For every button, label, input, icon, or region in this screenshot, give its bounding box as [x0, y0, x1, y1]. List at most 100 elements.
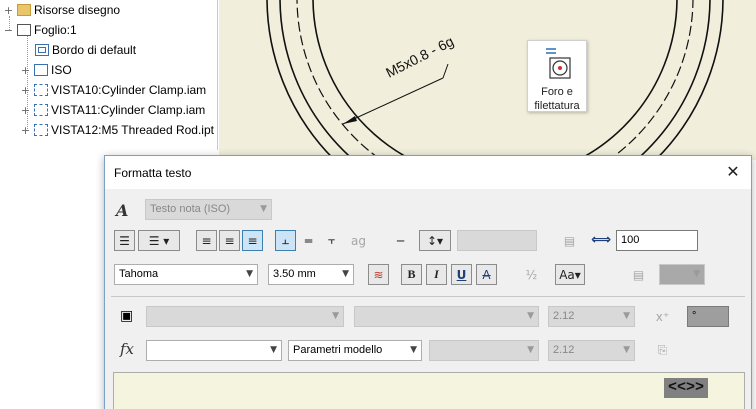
- folder-icon: [17, 4, 31, 16]
- layers-icon: ≋: [373, 267, 384, 282]
- tree-item-bordo[interactable]: Bordo di default: [35, 41, 136, 59]
- align-left-button[interactable]: ≡: [196, 230, 217, 251]
- parameter-name-combo: ▼: [429, 340, 539, 361]
- text-editor[interactable]: <<>>: [113, 372, 745, 409]
- tree-item-foglio[interactable]: − Foglio:1: [4, 21, 77, 39]
- width-scale-value: 100: [621, 234, 640, 246]
- drawing-canvas[interactable]: M5x0.8 - 6g Foro e filettatura: [219, 0, 756, 160]
- align-top-button[interactable]: ⫠: [275, 230, 296, 251]
- align-middle-button[interactable]: ═: [298, 230, 319, 251]
- symbol-value: °: [692, 310, 697, 322]
- sheet-icon: [17, 24, 31, 36]
- tree-item-risorse-disegno[interactable]: + Risorse disegno: [4, 1, 120, 19]
- chevron-down-icon: ▼: [332, 311, 339, 321]
- align-left-icon: ≡: [201, 233, 212, 248]
- expand-icon[interactable]: +: [21, 64, 30, 77]
- width-scale-icon: ⟺: [591, 232, 612, 248]
- application-window: { "browser": { "items": [ {"label": "Ris…: [0, 0, 756, 409]
- drawing-geometry: M5x0.8 - 6g: [266, 0, 724, 160]
- bold-button[interactable]: B: [401, 264, 422, 285]
- symbol-combo[interactable]: °: [687, 306, 729, 327]
- model-browser: + Risorse disegno − Foglio:1 Bordo di de…: [0, 0, 218, 150]
- chevron-down-icon: ▼: [270, 345, 277, 355]
- expand-icon[interactable]: +: [21, 104, 30, 117]
- text-style-combo: Testo nota (ISO) ▼: [145, 199, 272, 220]
- width-scale-input[interactable]: 100: [616, 230, 698, 251]
- align-center-button[interactable]: ≡: [219, 230, 240, 251]
- tree-item-vista10[interactable]: + VISTA10:Cylinder Clamp.iam: [21, 81, 206, 99]
- case-icon: Aa▾: [559, 267, 581, 282]
- insert-parameter-button: ⎘: [652, 340, 673, 361]
- italic-button[interactable]: I: [426, 264, 447, 285]
- font-combo[interactable]: Tahoma ▼: [114, 264, 258, 285]
- chevron-down-icon: ▼: [623, 345, 630, 355]
- fraction-button: ½: [521, 264, 542, 285]
- background-icon: ▤: [632, 267, 645, 282]
- fx-icon: fx: [120, 340, 135, 358]
- dimension-value-token[interactable]: <<>>: [663, 378, 708, 398]
- chevron-down-icon: ▼: [527, 311, 534, 321]
- case-button[interactable]: Aa▾: [555, 264, 585, 285]
- leader-tail: [442, 63, 449, 79]
- tree-item-iso[interactable]: + ISO: [21, 61, 72, 79]
- model-parameters-combo[interactable]: Parametri modello ▼: [288, 340, 422, 361]
- insert-parameter-icon: ⎘: [657, 343, 668, 357]
- precision-combo-2: 2.12 ▼: [548, 340, 635, 361]
- text-color-button[interactable]: ≋: [368, 264, 389, 285]
- collapse-icon[interactable]: −: [4, 24, 13, 37]
- align-bottom-button[interactable]: ⫟: [321, 230, 342, 251]
- hole-thread-icon: [546, 48, 571, 79]
- parameter-source-icon: ▣: [120, 307, 134, 323]
- drawing-view-icon: [34, 104, 48, 116]
- tree-item-label: VISTA10:Cylinder Clamp.iam: [51, 83, 207, 97]
- hole-thread-label-1: Foro e: [541, 86, 573, 98]
- strikethrough-button[interactable]: A: [476, 264, 497, 285]
- line-spacing-button[interactable]: ↕▾: [419, 230, 451, 251]
- thread-dimension-text[interactable]: M5x0.8 - 6g: [383, 33, 456, 81]
- chevron-down-icon: ▼: [527, 345, 534, 355]
- text-style-value: Testo nota (ISO): [150, 203, 231, 215]
- font-size-combo[interactable]: 3.50 mm ▼: [268, 264, 354, 285]
- middle-circle: [279, 0, 711, 160]
- hole-thread-label-2: filettatura: [534, 100, 580, 112]
- align-middle-icon: ═: [304, 233, 313, 248]
- underline-button[interactable]: U: [451, 264, 472, 285]
- chevron-down-icon: ▼: [260, 204, 267, 214]
- tree-item-label: Foglio:1: [34, 23, 77, 37]
- chevron-down-icon: ▼: [246, 269, 253, 279]
- close-icon[interactable]: ✕: [725, 163, 741, 181]
- underline-icon: U: [456, 267, 467, 282]
- line-spacing-icon: ↕▾: [426, 233, 444, 248]
- source-combo: ▼: [354, 306, 539, 327]
- dialog-titlebar[interactable]: Formatta testo ✕: [105, 156, 751, 189]
- precision-value-1: 2.12: [553, 310, 575, 322]
- italic-icon: I: [434, 267, 439, 281]
- parameter-type-combo[interactable]: ▼: [146, 340, 282, 361]
- thread-circle: [296, 0, 694, 160]
- baseline-icon: ag: [351, 233, 366, 248]
- expand-icon[interactable]: +: [21, 84, 30, 97]
- background-button: ▤: [628, 264, 649, 285]
- chevron-down-icon: ▼: [693, 269, 700, 279]
- tree-item-vista12[interactable]: + VISTA12:M5 Threaded Rod.ipt: [21, 121, 214, 139]
- line-button[interactable]: ─: [390, 230, 411, 251]
- add-text-parameter-icon: x⁺: [655, 309, 670, 324]
- hole-thread-button[interactable]: Foro e filettatura: [527, 40, 587, 112]
- line-icon: ─: [396, 233, 405, 248]
- tree-item-vista11[interactable]: + VISTA11:Cylinder Clamp.iam: [21, 101, 205, 119]
- leader-line: [342, 77, 444, 125]
- tree-item-label: VISTA11:Cylinder Clamp.iam: [51, 103, 206, 117]
- expand-icon[interactable]: +: [21, 124, 30, 137]
- tree-item-label: VISTA12:M5 Threaded Rod.ipt: [51, 123, 214, 137]
- bullet-list-button[interactable]: ☰: [114, 230, 135, 251]
- border-icon: [35, 44, 49, 56]
- align-right-button[interactable]: ≡: [242, 230, 263, 251]
- align-bottom-icon: ⫟: [327, 233, 336, 247]
- numbered-list-button[interactable]: ☰ ▾: [138, 230, 180, 251]
- stack-icon: ▤: [563, 233, 576, 248]
- title-block-icon: [34, 64, 48, 76]
- strikethrough-icon: A: [482, 267, 491, 282]
- chevron-down-icon: ▼: [410, 345, 417, 355]
- align-center-icon: ≡: [224, 233, 235, 248]
- expand-icon[interactable]: +: [4, 4, 13, 17]
